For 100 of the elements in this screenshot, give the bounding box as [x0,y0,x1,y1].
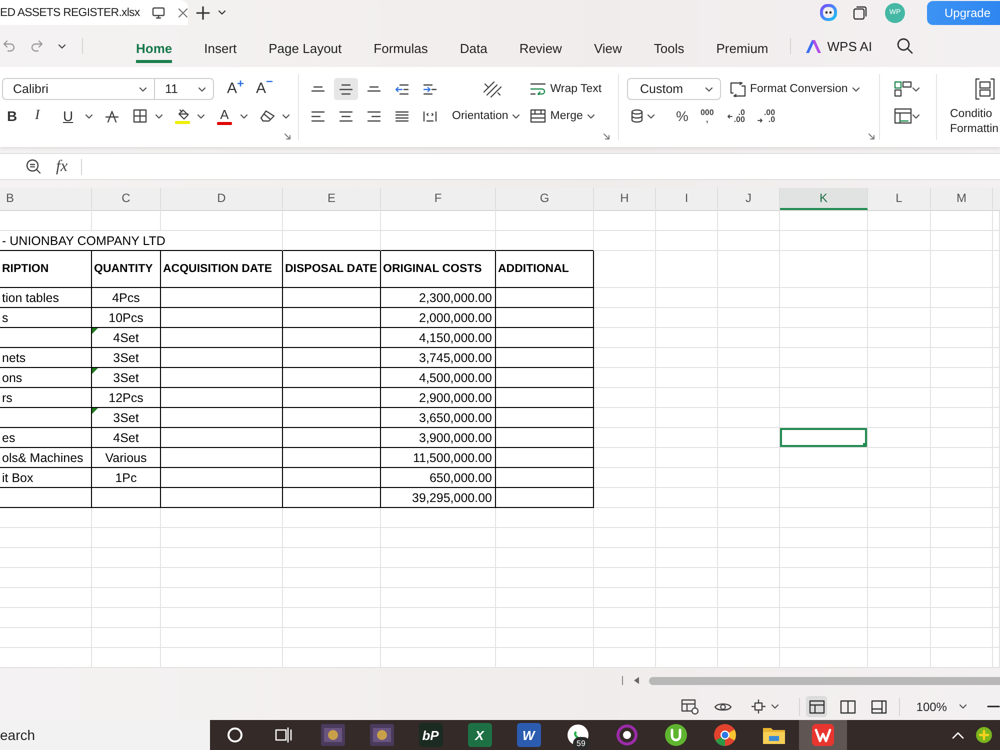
plus-icon[interactable] [196,6,210,20]
taskbar-button[interactable]: 59 [554,720,602,750]
align-center-icon [339,110,353,122]
grid-cell [718,328,780,348]
zoom-dropdown[interactable]: 100% [916,700,967,714]
notification-badge: 59 [572,737,590,750]
insert-function-button[interactable]: fx [56,158,68,176]
grid-cell [868,488,931,508]
font-color-button[interactable]: A [215,106,250,126]
table-cell: 3,745,000.00 [381,348,496,368]
menu-tab[interactable]: Premium [716,38,768,62]
grid-cell [931,368,993,388]
grid-cell [931,388,993,408]
zoom-out-icon[interactable] [986,705,1000,708]
app-tile[interactable]: X [468,723,492,747]
font-size-dropdown[interactable]: 11 [154,78,214,100]
chevron-up-icon[interactable] [952,732,964,738]
menu-tab[interactable]: Data [460,38,488,62]
dialog-launcher-icon[interactable] [284,133,291,140]
grid-cell [594,588,656,608]
menu-tab[interactable]: Page Layout [268,38,342,62]
table-cell: 4Set [92,328,161,348]
grid-cell [931,328,993,348]
increase-decimal-button[interactable]: .0 .00 [726,106,745,126]
underline-button[interactable]: U [61,106,95,126]
sheet-settings-icon[interactable] [681,698,699,714]
zoom-icon[interactable] [26,159,41,174]
grid-cell [594,251,656,288]
menu-tab[interactable]: Insert [204,38,237,62]
table-cell: s [0,308,92,328]
menu-tab[interactable]: Tools [654,38,684,62]
grow-font-button[interactable]: A [227,80,244,98]
plus-circle-icon[interactable] [976,727,992,743]
grid-cell [868,508,931,528]
normal-view-button[interactable] [806,696,828,717]
grid-cell [868,588,931,608]
fill-handle-icon[interactable] [863,443,867,447]
plus-icon [237,80,244,87]
shrink-font-button[interactable]: A [256,80,274,98]
menu-tab[interactable]: Formulas [374,38,428,62]
chevron-down-icon [586,114,595,118]
game-thumbnail-icon [370,724,394,746]
scrollbar-thumb[interactable] [649,676,1000,684]
percent-button[interactable]: % [676,108,688,124]
decrease-decimal-button[interactable]: .00 .0 [756,106,776,126]
font-name-dropdown[interactable]: Calibri [2,78,155,100]
active-cell[interactable] [780,428,868,448]
wrap-text-button[interactable]: Wrap Text [530,78,602,100]
window-stack-icon[interactable] [853,6,867,20]
grid-cell [656,648,718,668]
grid-cell [594,648,656,668]
chevron-down-icon [705,86,713,92]
app-tile[interactable]: W [516,723,540,747]
chevron-down-icon [282,114,290,118]
dialog-launcher-icon[interactable] [603,133,610,140]
grid-cell [92,588,161,608]
taskbar-button[interactable] [798,720,846,750]
conditional-formatting-button[interactable]: Conditio Formattin [937,67,999,137]
comma-style-button[interactable]: 000 , [700,106,714,126]
merge-button[interactable]: Merge [530,106,602,126]
grid-cell [594,568,656,588]
search-icon[interactable] [897,38,914,54]
menu-tab[interactable]: View [594,38,622,62]
app-tile[interactable]: bP [418,723,442,747]
bold-button[interactable]: B [5,106,25,126]
menu-tab[interactable]: Review [519,38,562,62]
menu-tab[interactable]: Home [136,38,172,62]
ai-assistant-button[interactable]: WPS AI [806,38,872,54]
grid-cell [594,628,656,648]
column-header[interactable]: K [780,188,868,210]
increase-indent-icon [423,84,437,94]
format-conversion-button[interactable]: Format Conversion [730,78,860,100]
align-middle-button[interactable] [334,78,358,100]
column-heading: QUANTITY [92,251,161,288]
grid-cell [718,428,780,448]
table-style-button[interactable] [892,106,922,126]
close-icon[interactable] [178,8,188,18]
table-cell: 12Pcs [92,388,161,408]
number-format-dropdown[interactable]: Custom [627,78,721,100]
eye-icon[interactable] [714,700,732,712]
grid-cell [868,568,931,588]
grid-cell [931,568,993,588]
grid-cell [594,348,656,368]
grid-cell [656,528,718,548]
cell-style-button[interactable] [892,79,922,99]
monitor-icon[interactable] [152,6,165,18]
scroll-left-icon[interactable] [634,677,639,684]
assistant-logo-icon[interactable] [820,4,837,21]
crosshair-icon[interactable] [751,699,766,714]
table-cell: 3Set [92,348,161,368]
grid-cell [931,548,993,568]
grid-cell [931,251,993,288]
grid-cell [656,588,718,608]
italic-button[interactable]: I [33,106,53,126]
normal-view-icon [808,700,825,714]
file-tab[interactable]: ED ASSETS REGISTER.xlsx [0,0,188,25]
grid-cell [868,648,931,668]
grid-cell [718,388,780,408]
orientation-dropdown[interactable]: Orientation [452,105,520,127]
dialog-launcher-icon[interactable] [868,133,875,140]
